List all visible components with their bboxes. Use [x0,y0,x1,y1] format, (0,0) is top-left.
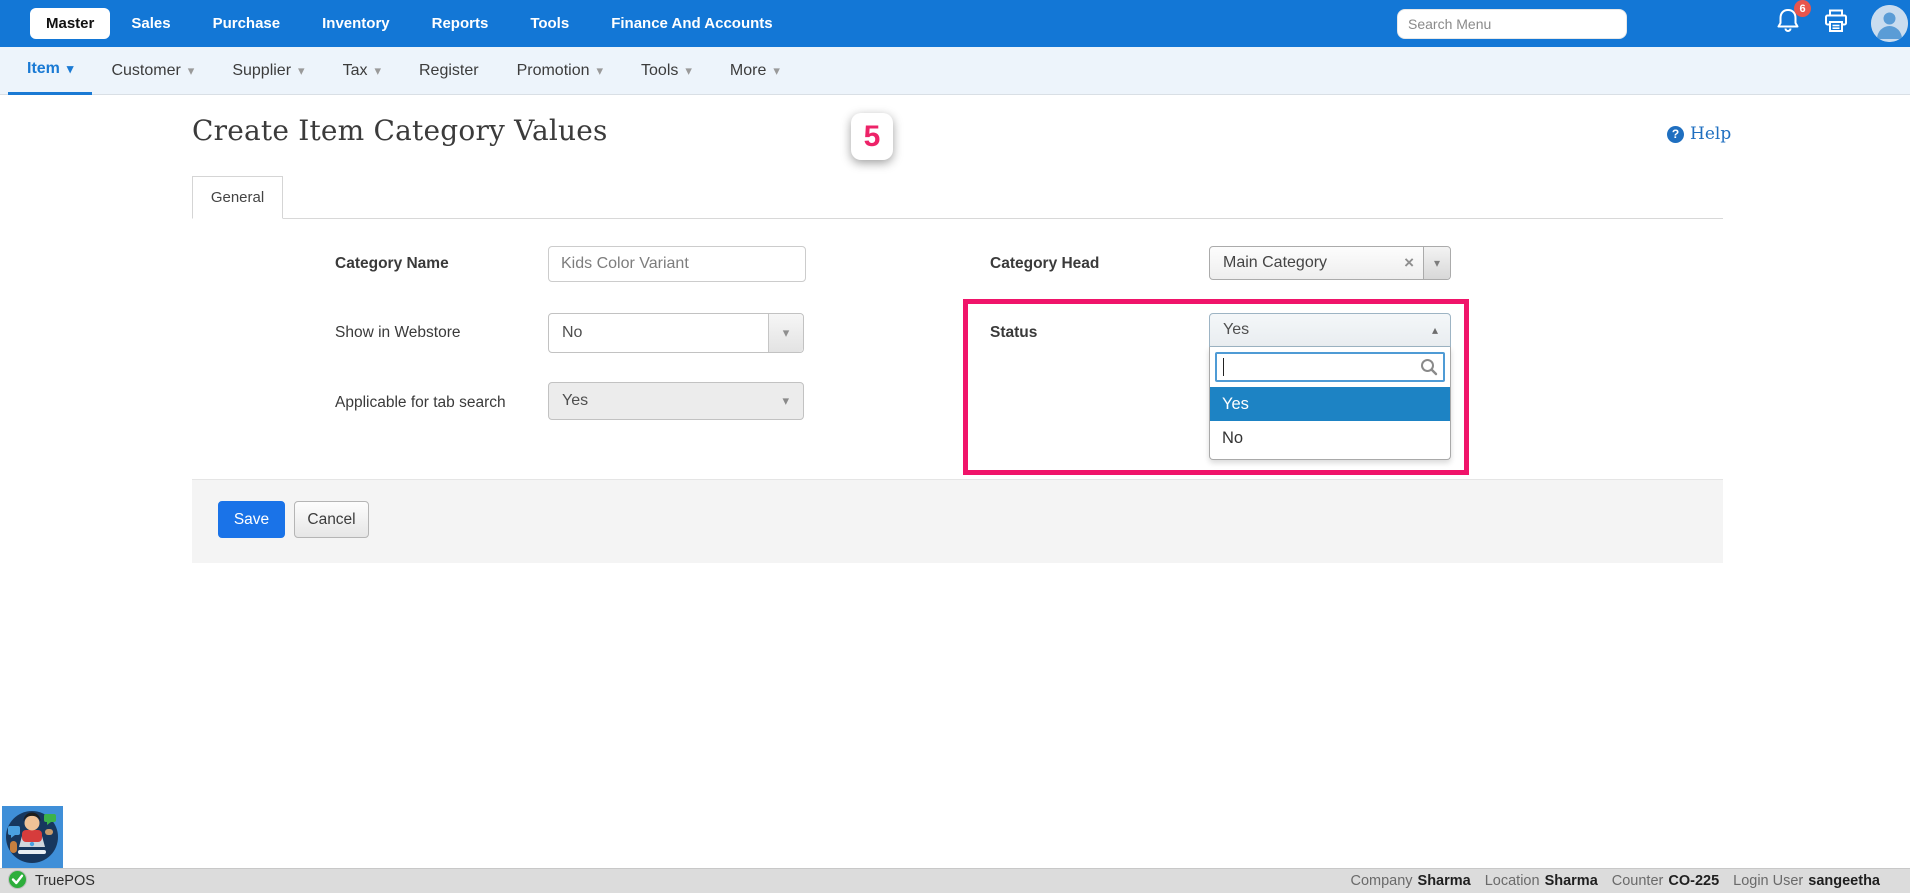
applicable-tab-search-label: Applicable for tab search [335,394,506,412]
subnav-item-tax[interactable]: Tax ▾ [324,47,400,95]
chevron-down-icon: ▾ [782,393,803,409]
annotation-step-badge: 5 [851,113,893,160]
cancel-button[interactable]: Cancel [294,501,369,538]
help-link[interactable]: ? Help [1667,124,1731,144]
status-select[interactable]: Yes ▴ [1209,313,1451,347]
tab-divider [192,218,1723,219]
status-option-no[interactable]: No [1210,421,1450,455]
topnav-item-inventory[interactable]: Inventory [301,0,411,47]
brand-area: TruePOS [8,870,95,893]
status-search-input[interactable] [1215,352,1445,382]
status-label: Status [990,324,1037,342]
notifications-button[interactable]: 6 [1775,7,1801,40]
subnav-item-label: More [730,62,766,80]
form-action-strip: Save Cancel [192,479,1723,563]
show-in-webstore-select[interactable]: No ▾ [548,313,804,353]
chevron-down-icon: ▾ [188,63,195,79]
subnav-item-promotion[interactable]: Promotion ▾ [498,47,622,95]
chevron-down-icon: ▾ [298,63,305,79]
topnav-item-sales[interactable]: Sales [110,0,191,47]
subnav-item-supplier[interactable]: Supplier ▾ [213,47,323,95]
login-user-info: Login User sangeetha [1733,873,1880,889]
subnav-item-tools[interactable]: Tools ▾ [622,47,711,95]
subnav-item-label: Register [419,62,479,80]
topnav-item-master[interactable]: Master [30,8,110,39]
category-head-label: Category Head [990,255,1099,273]
subnav-item-item[interactable]: Item ▾ [8,47,92,95]
brand-label: TruePOS [35,873,95,889]
subnav-item-label: Promotion [517,62,590,80]
show-in-webstore-label: Show in Webstore [335,324,461,342]
counter-info: Counter CO-225 [1612,873,1719,889]
secondary-navbar: Item ▾ Customer ▾ Supplier ▾ Tax ▾ Regis… [0,47,1910,95]
subnav-item-label: Item [27,60,60,78]
company-info: Company Sharma [1350,873,1470,889]
notification-count-badge: 6 [1794,0,1811,17]
category-head-select[interactable]: Main Category × ▾ [1209,246,1451,280]
topnav-item-purchase[interactable]: Purchase [192,0,302,47]
status-value: Yes [1210,321,1432,339]
chevron-down-icon: ▾ [1423,247,1450,279]
help-label: Help [1690,124,1731,144]
magnifier-icon [1420,358,1438,381]
topnav-right-cluster: 6 [1397,0,1910,47]
applicable-tab-search-select[interactable]: Yes ▾ [548,382,804,420]
printer-icon [1823,8,1849,39]
print-button[interactable] [1823,8,1849,39]
chevron-down-icon: ▾ [685,63,692,79]
category-name-label: Category Name [335,255,449,273]
subnav-item-register[interactable]: Register [400,47,498,95]
status-dropdown-panel: Yes No [1209,347,1451,460]
location-info: Location Sharma [1485,873,1598,889]
topnav-item-tools[interactable]: Tools [509,0,590,47]
chevron-down-icon: ▾ [374,63,381,79]
support-chat-icon [2,806,63,868]
save-button[interactable]: Save [218,501,285,538]
chevron-down-icon: ▾ [597,63,604,79]
clear-icon[interactable]: × [1395,253,1423,273]
show-in-webstore-value: No [549,324,768,342]
status-search-wrap [1215,352,1445,382]
status-option-yes[interactable]: Yes [1210,387,1450,421]
user-avatar[interactable] [1871,5,1908,42]
subnav-item-label: Supplier [232,62,291,80]
chevron-down-icon: ▾ [773,63,780,79]
applicable-tab-search-value: Yes [549,392,782,410]
subnav-item-label: Customer [111,62,180,80]
subnav-item-label: Tax [343,62,368,80]
subnav-item-label: Tools [641,62,678,80]
support-chat-widget[interactable] [2,806,63,868]
category-name-input[interactable] [548,246,806,282]
topnav-item-reports[interactable]: Reports [411,0,510,47]
app-window: Master Sales Purchase Inventory Reports … [0,0,1910,893]
chevron-down-icon: ▾ [67,61,74,77]
search-menu-input[interactable] [1397,9,1627,39]
subnav-item-more[interactable]: More ▾ [711,47,799,95]
topnav-item-finance[interactable]: Finance And Accounts [590,0,793,47]
question-icon: ? [1667,126,1684,143]
top-navbar: Master Sales Purchase Inventory Reports … [0,0,1910,47]
chevron-down-icon: ▾ [768,314,803,352]
page-title: Create Item Category Values [192,114,608,147]
category-head-value: Main Category [1210,254,1395,272]
subnav-item-customer[interactable]: Customer ▾ [92,47,213,95]
check-icon [8,870,27,893]
chevron-up-icon: ▴ [1432,323,1450,337]
status-bar: TruePOS Company Sharma Location Sharma C… [0,868,1910,893]
session-info: Company Sharma Location Sharma Counter C… [1350,873,1880,889]
tab-general[interactable]: General [192,176,283,219]
text-cursor [1223,358,1224,376]
